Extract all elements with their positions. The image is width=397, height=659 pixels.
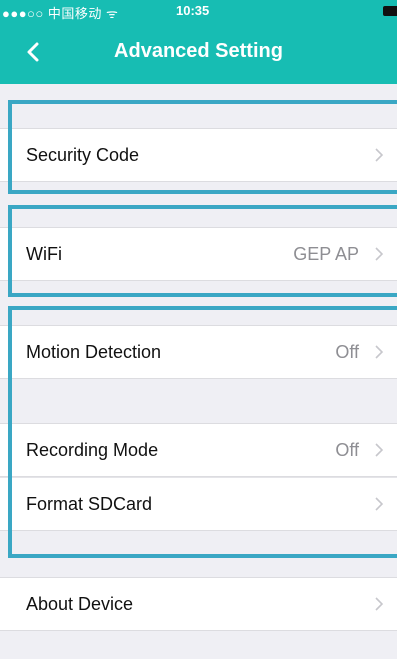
status-bar: ●●●○○ 中国移动 ᯤ 10:35 [0,0,397,22]
chevron-right-icon [375,247,384,261]
chevron-right-icon [375,443,384,457]
recording-mode-row[interactable]: Recording Mode Off [0,423,397,477]
chevron-right-icon [375,597,384,611]
status-time: 10:35 [176,3,210,18]
chevron-right-icon [375,148,384,162]
format-sdcard-row[interactable]: Format SDCard [0,477,397,531]
battery-icon [383,6,397,16]
wifi-label: WiFi [26,244,62,264]
about-device-row[interactable]: About Device [0,577,397,631]
motion-detection-value: Off [335,342,359,362]
recording-mode-label: Recording Mode [26,440,159,460]
format-sdcard-label: Format SDCard [26,494,153,514]
wifi-value: GEP AP [293,244,359,264]
recording-mode-value: Off [335,440,359,460]
motion-detection-row[interactable]: Motion Detection Off [0,325,397,379]
security-code-row[interactable]: Security Code [0,128,397,182]
chevron-right-icon [375,497,384,511]
about-device-label: About Device [26,594,134,614]
page-title: Advanced Setting [114,40,283,62]
motion-detection-label: Motion Detection [26,342,162,362]
chevron-right-icon [375,345,384,359]
security-code-label: Security Code [26,145,140,165]
wifi-row[interactable]: WiFi GEP AP [0,227,397,281]
nav-bar: Advanced Setting [0,22,397,84]
carrier-signal: ●●●○○ 中国移动 ᯤ [2,6,119,21]
